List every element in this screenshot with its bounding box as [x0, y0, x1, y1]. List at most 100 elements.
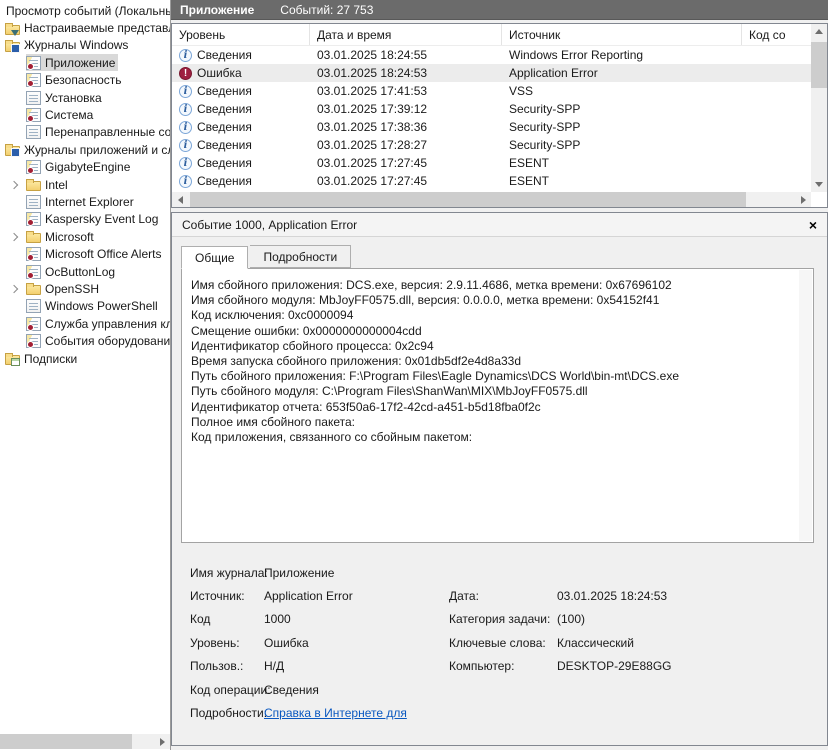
tree-item-windows-powershell[interactable]: Windows PowerShell: [0, 298, 170, 315]
property-row: Код операции: Сведения: [190, 678, 827, 701]
description-line: Код приложения, связанного со сбойным па…: [191, 430, 473, 445]
event-log-icon: [26, 160, 41, 175]
property-value: (100): [557, 612, 586, 627]
scroll-right-arrow[interactable]: [795, 192, 811, 207]
event-details-pane: Событие 1000, Application Error × Общие …: [171, 212, 828, 746]
property-row: Уровень: Ошибка Ключевые слова: Классиче…: [190, 631, 827, 654]
tree-item-setup-log[interactable]: Установка: [0, 89, 170, 106]
log-name: Приложение: [180, 2, 255, 17]
event-viewer-window: Просмотр событий (Локальнь Настраиваемые…: [0, 0, 828, 750]
scroll-up-arrow[interactable]: [811, 24, 827, 39]
description-line: Смещение ошибки: 0x0000000000004cdd: [191, 323, 422, 338]
console-tree: Просмотр событий (Локальнь Настраиваемые…: [0, 0, 170, 367]
property-row: Подробности: Справка в Интернете для: [190, 701, 827, 724]
tree-item-microsoft[interactable]: Microsoft: [0, 228, 170, 245]
tree-item-ocbuttonlog[interactable]: OcButtonLog: [0, 263, 170, 280]
description-line: Время запуска сбойного приложения: 0x01d…: [191, 354, 522, 369]
log-title-bar: Приложение Событий: 27 753: [171, 0, 828, 20]
event-row[interactable]: Сведения 03.01.2025 17:41:53 VSS: [172, 82, 827, 100]
property-label: Источник:: [190, 589, 245, 604]
tree-item-subscriptions[interactable]: Подписки: [0, 350, 170, 367]
event-row-selected[interactable]: Ошибка 03.01.2025 18:24:53 Application E…: [172, 64, 827, 82]
column-header-level[interactable]: Уровень: [172, 24, 310, 45]
scrollbar-thumb[interactable]: [811, 42, 827, 88]
event-log-icon: [26, 108, 41, 123]
information-icon: [179, 174, 192, 188]
property-label: Ключевые слова:: [449, 635, 546, 650]
scrollbar-thumb[interactable]: [0, 734, 132, 749]
property-value: 03.01.2025 18:24:53: [557, 589, 668, 604]
event-log-icon: [26, 55, 41, 70]
tree-item-hardware-events[interactable]: События оборудования: [0, 332, 170, 349]
description-line: Идентификатор сбойного процесса: 0x2c94: [191, 338, 434, 353]
folder-icon: [26, 283, 41, 296]
event-list-vertical-scrollbar[interactable]: [811, 24, 827, 192]
tree-item-internet-explorer[interactable]: Internet Explorer: [0, 193, 170, 210]
tree-item-intel[interactable]: Intel: [0, 176, 170, 193]
column-header-source[interactable]: Источник: [502, 24, 742, 45]
right-arrow-icon: [800, 195, 806, 204]
details-header: Событие 1000, Application Error ×: [172, 213, 827, 237]
property-label: Пользов.:: [190, 659, 244, 674]
property-row: Пользов.: Н/Д Компьютер: DESKTOP-29E88GG: [190, 655, 827, 678]
information-icon: [179, 156, 192, 170]
tree-item-application-log[interactable]: Приложение: [0, 54, 170, 72]
event-count: Событий: 27 753: [280, 2, 374, 17]
event-row[interactable]: Сведения 03.01.2025 17:28:27 Security-SP…: [172, 136, 827, 154]
folder-icon: [26, 179, 41, 192]
property-label: Дата:: [449, 589, 479, 604]
property-label: Код операции:: [190, 682, 271, 697]
scroll-right-arrow[interactable]: [154, 734, 170, 749]
event-log-icon: [26, 316, 41, 331]
tree-root-event-viewer[interactable]: Просмотр событий (Локальнь: [0, 2, 170, 19]
description-line: Имя сбойного приложения: DCS.exe, версия…: [191, 278, 672, 292]
property-label: Подробности:: [190, 706, 268, 721]
column-header-datetime[interactable]: Дата и время: [310, 24, 502, 45]
chevron-right-icon[interactable]: [8, 179, 20, 191]
event-row[interactable]: Сведения 03.01.2025 17:27:45 ESENT: [172, 172, 827, 190]
tree-item-key-management-service[interactable]: Служба управления клю: [0, 315, 170, 332]
event-description-box[interactable]: Имя сбойного приложения: DCS.exe, версия…: [181, 268, 814, 543]
event-list-horizontal-scrollbar[interactable]: [172, 192, 811, 207]
console-tree-sidebar: Просмотр событий (Локальнь Настраиваемые…: [0, 0, 171, 750]
property-value: Классический: [557, 635, 634, 650]
event-row[interactable]: Сведения 03.01.2025 17:38:36 Security-SP…: [172, 118, 827, 136]
tree-item-forwarded-events[interactable]: Перенаправленные соб: [0, 124, 170, 141]
property-row: Имя журнала: Приложение: [190, 561, 827, 584]
description-line: Путь сбойного приложения: F:\Program Fil…: [191, 369, 679, 384]
event-properties: Имя журнала: Приложение Источник: Applic…: [172, 552, 827, 745]
tree-item-custom-views[interactable]: Настраиваемые представле: [0, 19, 170, 36]
tree-item-security-log[interactable]: Безопасность: [0, 72, 170, 89]
event-log-icon: [26, 264, 41, 279]
tree-root-label: Просмотр событий (Локальнь: [6, 3, 170, 18]
property-label: Уровень:: [190, 635, 240, 650]
tab-details[interactable]: Подробности: [250, 245, 352, 268]
details-tabs: Общие Подробности: [172, 237, 827, 269]
property-value: DESKTOP-29E88GG: [557, 659, 672, 674]
event-row[interactable]: Сведения 03.01.2025 18:24:55 Windows Err…: [172, 46, 827, 64]
description-line: Имя сбойного модуля: MbJoyFF0575.dll, ве…: [191, 293, 660, 308]
chevron-right-icon[interactable]: [8, 231, 20, 243]
scroll-down-arrow[interactable]: [811, 177, 827, 192]
tree-item-kaspersky-event-log[interactable]: Kaspersky Event Log: [0, 211, 170, 228]
event-row[interactable]: Сведения 03.01.2025 17:27:45 ESENT: [172, 154, 827, 172]
event-log-icon: [26, 90, 41, 105]
tree-item-windows-logs[interactable]: Журналы Windows: [0, 37, 170, 54]
event-list-header: Уровень Дата и время Источник Код со: [172, 24, 827, 46]
tree-item-openssh[interactable]: OpenSSH: [0, 280, 170, 297]
online-help-link[interactable]: Справка в Интернете для: [264, 706, 449, 720]
tab-general[interactable]: Общие: [181, 246, 249, 269]
windows-logs-icon: [5, 39, 20, 53]
up-arrow-icon: [815, 29, 823, 34]
sidebar-horizontal-scrollbar[interactable]: [0, 734, 170, 749]
event-row[interactable]: Сведения 03.01.2025 17:39:12 Security-SP…: [172, 100, 827, 118]
scrollbar-thumb[interactable]: [190, 192, 746, 207]
tree-item-system-log[interactable]: Система: [0, 106, 170, 123]
scroll-left-arrow[interactable]: [172, 192, 188, 207]
tree-item-microsoft-office-alerts[interactable]: Microsoft Office Alerts: [0, 245, 170, 262]
information-icon: [179, 120, 192, 134]
close-icon[interactable]: ×: [809, 218, 817, 232]
tree-item-apps-services-logs[interactable]: Журналы приложений и сл: [0, 141, 170, 158]
chevron-right-icon[interactable]: [8, 283, 20, 295]
tree-item-gigabyteengine[interactable]: GigabyteEngine: [0, 159, 170, 176]
